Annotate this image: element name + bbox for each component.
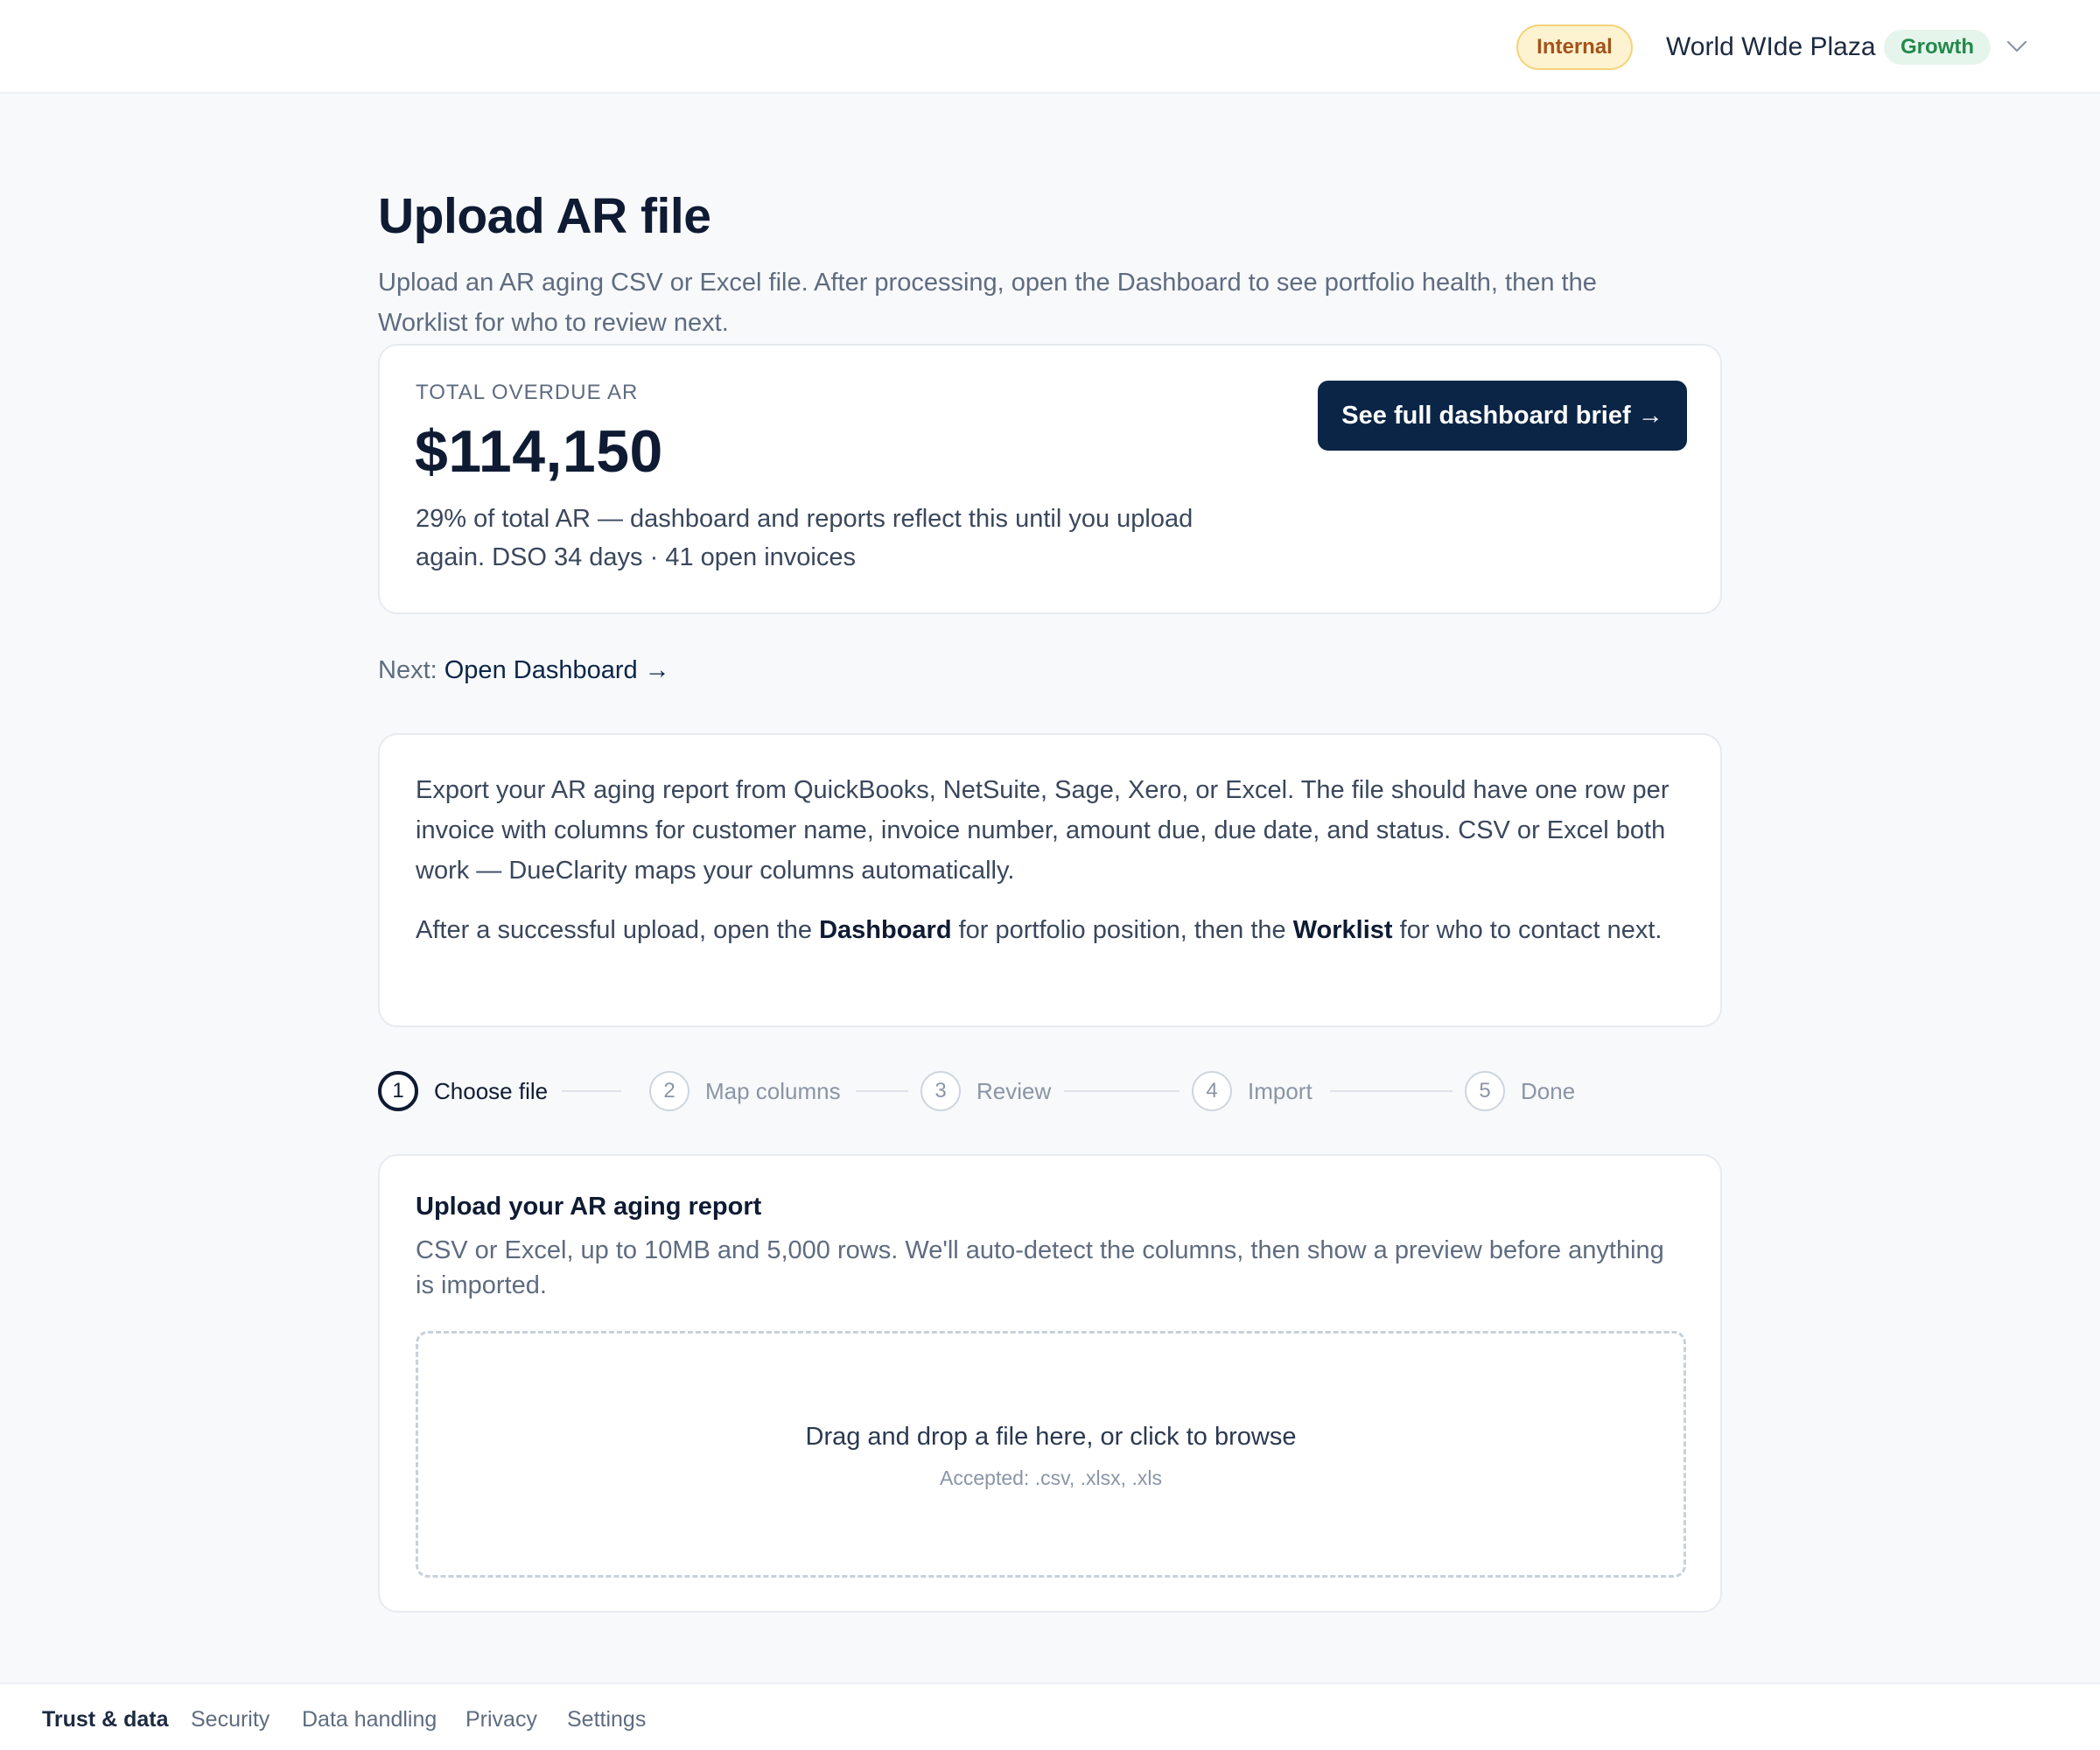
upload-title: Upload your AR aging report <box>416 1193 762 1221</box>
footer-title: Trust & data <box>42 1707 169 1732</box>
after-upload-text-start: After a successful upload, open the <box>416 916 820 944</box>
summary-label: TOTAL OVERDUE AR <box>416 381 639 404</box>
overdue-amount: $114,150 <box>415 418 663 485</box>
step-number: 3 <box>920 1071 961 1111</box>
after-upload-text: After a successful upload, open the Dash… <box>416 910 1693 950</box>
footer-link-settings[interactable]: Settings <box>567 1707 646 1732</box>
step-number: 5 <box>1465 1071 1505 1111</box>
step-import: 4 Import <box>1192 1069 1312 1113</box>
upload-stepper: 1 Choose file 2 Map columns 3 Review 4 I… <box>378 1069 1722 1113</box>
step-review: 3 Review <box>920 1069 1051 1113</box>
upload-description: CSV or Excel, up to 10MB and 5,000 rows.… <box>416 1236 1664 1299</box>
step-number: 1 <box>378 1071 418 1111</box>
dropzone-text: Drag and drop a file here, or click to b… <box>805 1423 1297 1451</box>
accepted-formats: Accepted: .csv, .xlsx, .xls <box>940 1466 1162 1489</box>
step-connector <box>1330 1090 1452 1092</box>
summary-description: 29% of total AR — dashboard and reports … <box>416 505 1194 571</box>
dashboard-link[interactable]: Dashboard <box>819 916 951 944</box>
footer-link-data-handling[interactable]: Data handling <box>302 1707 437 1732</box>
step-number: 2 <box>649 1071 690 1111</box>
next-prefix: Next: <box>378 656 438 684</box>
org-name[interactable]: World WIde Plaza <box>1666 30 1876 65</box>
step-number: 4 <box>1192 1071 1232 1111</box>
step-connector <box>562 1090 621 1092</box>
chevron-down-icon[interactable] <box>2004 33 2030 60</box>
step-choose-file: 1 Choose file <box>378 1069 548 1113</box>
step-label: Choose file <box>434 1077 549 1104</box>
footer-link-privacy[interactable]: Privacy <box>466 1707 537 1732</box>
plan-badge: Growth <box>1884 30 1991 65</box>
overdue-summary-card: TOTAL OVERDUE AR $114,150 29% of total A… <box>378 344 1722 614</box>
step-label: Map columns <box>705 1077 841 1104</box>
footer-link-security[interactable]: Security <box>191 1707 270 1732</box>
worklist-link[interactable]: Worklist <box>1293 916 1393 944</box>
after-upload-text-end: for who to contact next. <box>1392 916 1662 944</box>
next-step-row: Next: Open Dashboard → <box>378 656 670 685</box>
step-connector <box>1064 1090 1180 1092</box>
export-instructions-text: Export your AR aging report from QuickBo… <box>416 776 1670 885</box>
file-dropzone[interactable]: Drag and drop a file here, or click to b… <box>416 1331 1686 1578</box>
page-subtitle: Upload an AR aging CSV or Excel file. Af… <box>378 269 1597 337</box>
step-done: 5 Done <box>1465 1069 1575 1113</box>
step-connector <box>856 1090 908 1092</box>
after-upload-text-middle: for portfolio position, then the <box>951 916 1293 944</box>
page-title: Upload AR file <box>378 188 711 244</box>
step-label: Import <box>1248 1077 1312 1104</box>
environment-badge: Internal <box>1516 24 1633 70</box>
step-label: Review <box>976 1077 1052 1104</box>
top-bar: Internal World WIde Plaza Growth <box>0 0 2100 94</box>
step-map-columns: 2 Map columns <box>649 1069 841 1113</box>
export-instructions-card: Export your AR aging report from QuickBo… <box>378 733 1722 1027</box>
open-dashboard-link[interactable]: Open Dashboard → <box>444 656 670 684</box>
step-label: Done <box>1521 1077 1576 1104</box>
upload-card: Upload your AR aging report CSV or Excel… <box>378 1154 1722 1613</box>
footer: Trust & data Security Data handling Priv… <box>0 1683 2100 1750</box>
dashboard-brief-button[interactable]: See full dashboard brief → <box>1318 381 1687 451</box>
